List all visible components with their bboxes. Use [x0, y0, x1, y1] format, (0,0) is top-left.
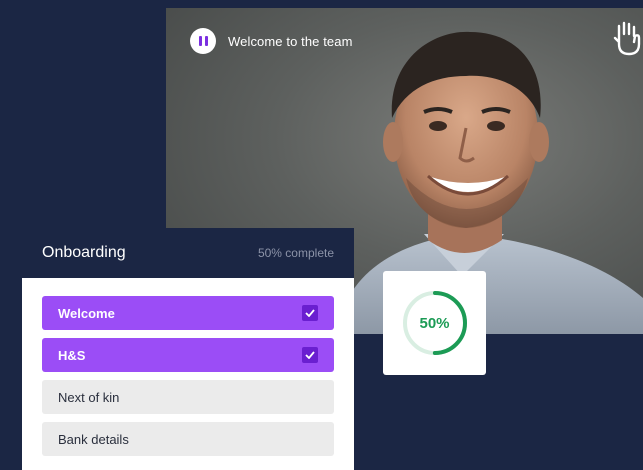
onboarding-header: Onboarding 50% complete — [22, 228, 354, 278]
pause-button[interactable] — [190, 28, 216, 54]
pause-icon — [198, 36, 202, 46]
pause-icon-bar — [204, 36, 208, 46]
onboarding-item-hs[interactable]: H&S — [42, 338, 334, 372]
onboarding-item-label: Bank details — [58, 431, 129, 447]
video-title: Welcome to the team — [228, 33, 353, 49]
onboarding-item-next-of-kin[interactable]: Next of kin — [42, 380, 334, 414]
onboarding-item-label: Next of kin — [58, 389, 120, 405]
checkbox-checked-icon[interactable] — [302, 347, 318, 363]
onboarding-item-label: Welcome — [58, 305, 115, 321]
onboarding-item-bank-details[interactable]: Bank details — [42, 422, 334, 456]
video-header: Welcome to the team — [190, 28, 353, 54]
onboarding-card: Onboarding 50% complete Welcome H&S Next… — [22, 228, 354, 470]
progress-ring: 50% — [402, 290, 468, 356]
onboarding-list: Welcome H&S Next of kin Bank details — [22, 278, 354, 470]
progress-ring-label: 50% — [419, 314, 450, 332]
raise-hand-icon[interactable] — [613, 20, 643, 60]
checkbox-checked-icon[interactable] — [302, 305, 318, 321]
onboarding-progress-text: 50% complete — [257, 246, 334, 260]
progress-ring-card: 50% — [383, 271, 486, 375]
onboarding-item-welcome[interactable]: Welcome — [42, 296, 334, 330]
checkmark-icon — [305, 309, 315, 317]
onboarding-title: Onboarding — [42, 244, 126, 261]
onboarding-item-label: H&S — [58, 347, 86, 363]
checkmark-icon — [305, 351, 315, 359]
